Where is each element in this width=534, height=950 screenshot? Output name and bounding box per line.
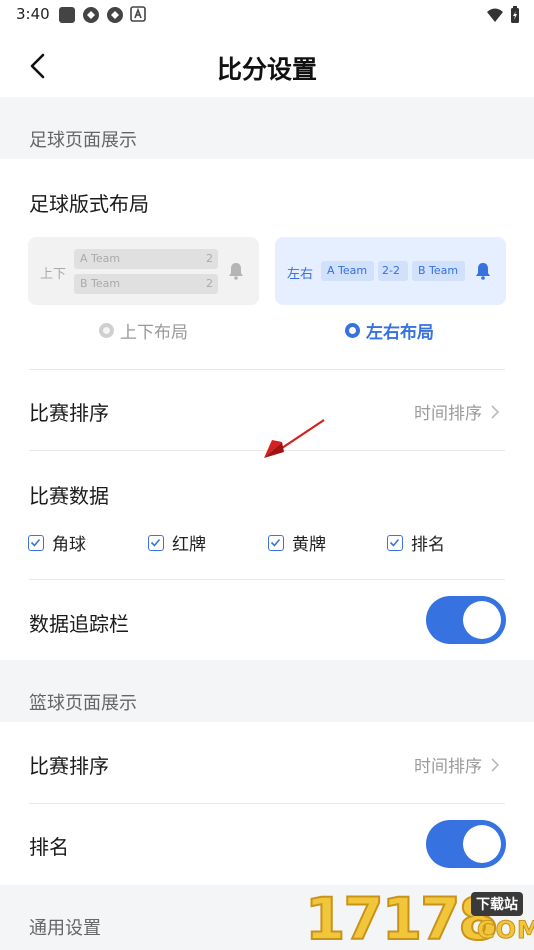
team-score: 2 xyxy=(206,252,213,265)
rank-title: 排名 xyxy=(29,835,69,859)
nav-bar: 比分设置 xyxy=(0,28,534,98)
watermark-tag: 下载站 xyxy=(471,892,523,916)
watermark-domain: COM xyxy=(477,916,534,945)
tracker-toggle[interactable] xyxy=(426,596,506,644)
wifi-icon xyxy=(487,8,503,22)
chevron-right-icon xyxy=(491,757,500,772)
checkbox-label: 角球 xyxy=(52,535,86,555)
bell-icon xyxy=(229,263,243,280)
divider xyxy=(29,579,505,580)
toggle-knob xyxy=(463,601,501,639)
system-icons xyxy=(486,6,520,24)
tracker-title: 数据追踪栏 xyxy=(29,612,129,636)
row-value: 时间排序 xyxy=(414,399,500,424)
team-name: A Team xyxy=(327,264,368,277)
checkbox-label: 黄牌 xyxy=(292,535,326,555)
page-title: 比分设置 xyxy=(216,55,317,84)
font-icon xyxy=(130,6,146,22)
radio-unchecked-icon xyxy=(99,323,114,338)
divider xyxy=(29,803,505,804)
row-value: 时间排序 xyxy=(414,752,500,777)
row-title: 比赛排序 xyxy=(29,401,109,425)
sort-value: 时间排序 xyxy=(414,757,482,777)
sort-value: 时间排序 xyxy=(414,404,482,424)
checkbox-checked-icon xyxy=(148,534,164,551)
team-score: 2 xyxy=(206,277,213,290)
rank-toggle[interactable] xyxy=(426,820,506,868)
layout-card-vertical[interactable]: 上下 A Team 2 B Team 2 xyxy=(28,237,259,305)
toggle-knob xyxy=(463,825,501,863)
team-chip: B Team 2 xyxy=(74,274,218,294)
data-title: 比赛数据 xyxy=(29,484,109,508)
sync-icon xyxy=(83,7,99,23)
bell-icon xyxy=(476,263,490,280)
team-name: B Team xyxy=(80,277,121,290)
checkbox-red-card[interactable]: 红牌 xyxy=(148,530,206,555)
section-title: 篮球页面展示 xyxy=(29,693,137,714)
radio-label: 上下布局 xyxy=(120,323,188,343)
section-header-football: 足球页面展示 xyxy=(0,97,534,159)
card-label: 左右 xyxy=(287,267,314,282)
section-title: 足球页面展示 xyxy=(29,130,137,151)
team-chip: A Team xyxy=(321,261,374,281)
checkbox-label: 红牌 xyxy=(172,535,206,555)
checkbox-corner[interactable]: 角球 xyxy=(28,530,86,555)
team-name: A Team xyxy=(80,252,121,265)
app-notification-icon xyxy=(59,7,75,23)
checkbox-label: 排名 xyxy=(411,535,445,555)
radio-label: 左右布局 xyxy=(366,323,434,343)
chevron-right-icon xyxy=(491,404,500,419)
team-name: B Team xyxy=(418,264,459,277)
team-chip: A Team 2 xyxy=(74,249,218,269)
sync-icon-2 xyxy=(107,7,123,23)
red-arrow-annotation xyxy=(264,419,325,458)
checkbox-ranking[interactable]: 排名 xyxy=(387,530,445,555)
status-bar: 3:40 xyxy=(0,0,534,28)
layout-card-horizontal[interactable]: 左右 A Team 2-2 B Team xyxy=(275,237,506,305)
radio-option-vertical[interactable]: 上下布局 xyxy=(99,318,188,343)
notification-icons xyxy=(58,6,146,24)
site-watermark: 17178 下载站 COM xyxy=(304,885,534,950)
team-chip: B Team xyxy=(412,261,465,281)
checkbox-checked-icon xyxy=(387,534,403,551)
row-title: 比赛排序 xyxy=(29,754,109,778)
score-chip: 2-2 xyxy=(378,261,408,281)
layout-title: 足球版式布局 xyxy=(29,192,149,216)
radio-option-horizontal[interactable]: 左右布局 xyxy=(345,318,434,343)
section-header-basketball: 篮球页面展示 xyxy=(0,660,534,722)
status-time: 3:40 xyxy=(16,5,50,23)
radio-checked-icon xyxy=(345,323,360,338)
card-label: 上下 xyxy=(40,267,67,282)
watermark-digits: 17178 xyxy=(304,885,500,950)
checkbox-yellow-card[interactable]: 黄牌 xyxy=(268,530,326,555)
battery-icon xyxy=(511,6,519,23)
checkbox-checked-icon xyxy=(28,534,44,551)
section-title: 通用设置 xyxy=(29,918,101,939)
checkbox-checked-icon xyxy=(268,534,284,551)
match-score: 2-2 xyxy=(382,264,400,277)
basketball-sort-row[interactable]: 比赛排序 时间排序 xyxy=(0,722,534,803)
